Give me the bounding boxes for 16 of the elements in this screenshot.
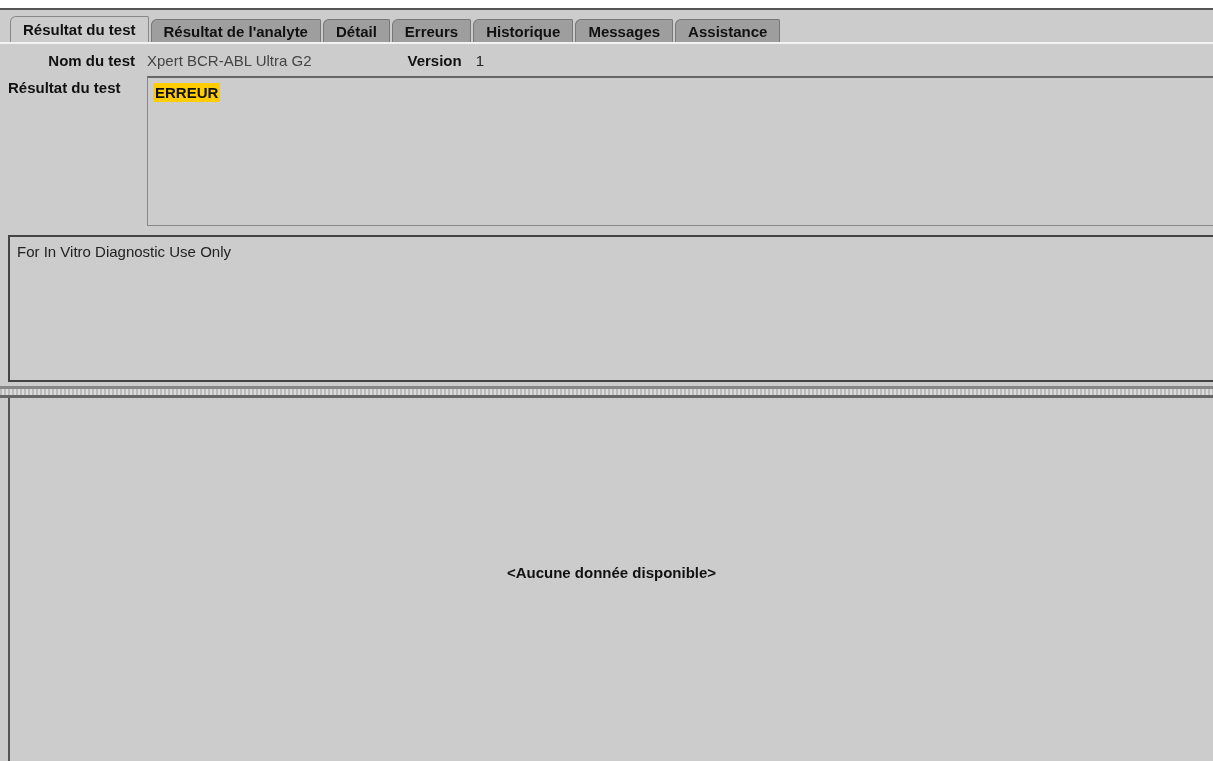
field-label: Version — [407, 51, 462, 69]
tab[interactable]: Erreurs — [391, 19, 472, 42]
empty-message: <Aucune donnée disponible> — [506, 564, 717, 581]
tab[interactable]: Résultat de l'analyte — [150, 19, 321, 42]
tab[interactable]: Résultat du test — [10, 16, 149, 42]
tab[interactable]: Assistance — [675, 19, 781, 42]
notes-box: For In Vitro Diagnostic Use Only — [8, 235, 1213, 382]
tab[interactable]: Messages — [575, 19, 674, 42]
tab[interactable]: Détail — [322, 19, 390, 42]
field-value: Xpert BCR-ABL Ultra G2 — [147, 51, 312, 69]
splitter-handle[interactable] — [0, 386, 1213, 398]
field-label: Nom du test — [47, 51, 135, 69]
result-text: ERREUR — [153, 83, 221, 102]
field-value: 1 — [475, 51, 485, 69]
tab[interactable]: Historique — [473, 19, 574, 42]
field-label: Résultat du test — [8, 78, 122, 98]
